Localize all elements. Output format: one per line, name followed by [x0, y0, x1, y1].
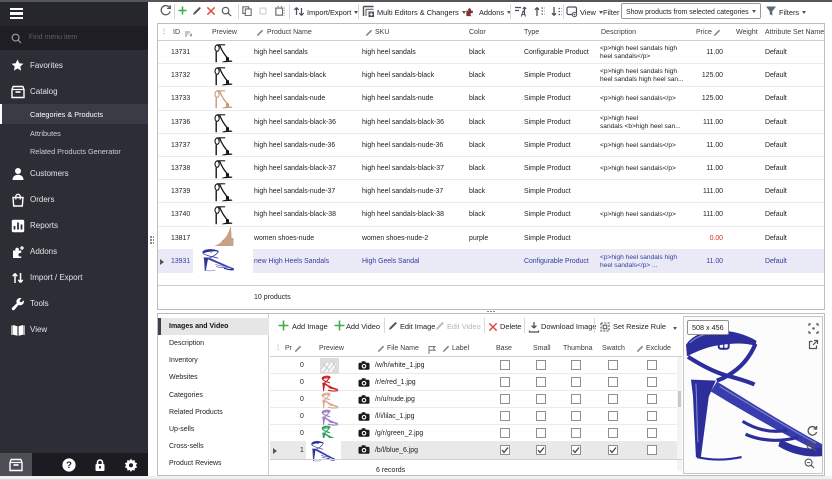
svg-text:A: A	[521, 10, 527, 19]
svg-text:?: ?	[66, 460, 72, 471]
